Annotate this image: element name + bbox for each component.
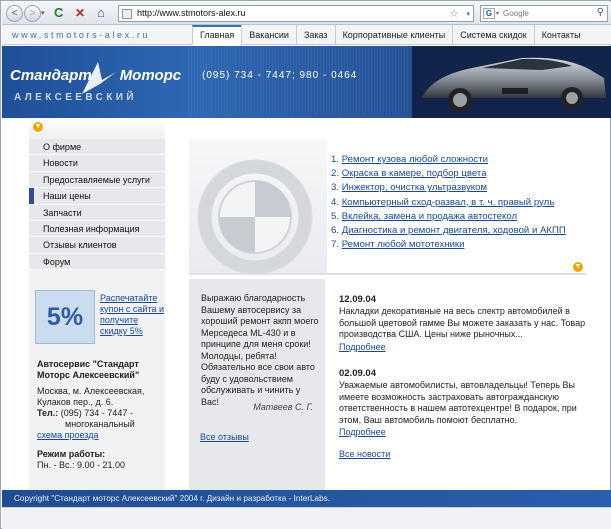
side-item-prices[interactable]: Наши цены: [29, 188, 165, 205]
news-text: Уважаемые автомобилисты, автовладельцы! …: [339, 380, 577, 425]
review-author: Матвеев С. Г.: [253, 402, 313, 412]
side-item-parts[interactable]: Запчасти: [29, 204, 165, 221]
side-menu: О фирме Новости Предоставляемые услуги Н…: [29, 139, 165, 271]
site-topbar: www.stmotors-alex.ru Главная Вакансии За…: [2, 25, 611, 45]
back-button[interactable]: <: [6, 5, 23, 22]
side-item-forum[interactable]: Форум: [29, 253, 165, 271]
header-banner: Стандарт Моторс АЛЕКСЕЕВСКИЙ (095) 734 - …: [2, 46, 611, 118]
side-item-about[interactable]: О фирме: [29, 139, 165, 156]
search-input[interactable]: [503, 7, 593, 20]
service-item[interactable]: 4. Компьютерный сход-развал, в т. ч. пра…: [331, 196, 591, 210]
address-url[interactable]: http://www.stmotors-alex.ru: [137, 8, 246, 18]
side-item-reviews[interactable]: Отзывы клиентов: [29, 237, 165, 254]
nav-vacancies[interactable]: Вакансии: [241, 25, 296, 45]
discount-badge[interactable]: 5%: [35, 290, 95, 344]
header-phone: (095) 734 - 7447; 980 - 0464: [202, 70, 358, 81]
banner-pattern: [188, 46, 408, 118]
forward-button[interactable]: >: [24, 5, 41, 22]
contact-address-line2: Кулаков пер., д. 6.: [37, 397, 114, 407]
search-box[interactable]: G ▾ ⚲: [480, 5, 608, 22]
main-nav: Главная Вакансии Заказ Корпоративные кли…: [192, 25, 588, 45]
contact-tel-note: многоканальный: [65, 419, 135, 429]
stop-icon[interactable]: ✕: [75, 6, 85, 20]
coupon-link[interactable]: Распечатайте купон с сайта и получите ск…: [100, 293, 164, 337]
logo-subtitle: АЛЕКСЕЕВСКИЙ: [14, 92, 137, 103]
footer: Copyright "Стандарт моторс Алексеевский"…: [2, 490, 611, 507]
services-list: 1. Ремонт кузова любой сложности 2. Окра…: [331, 153, 591, 252]
news-date: 02.09.04: [339, 368, 376, 380]
news-date: 12.09.04: [339, 294, 376, 305]
content-divider: [189, 273, 586, 275]
browser-statusbar: [2, 507, 611, 529]
sidebar-top-strip: [29, 118, 165, 136]
news-text: Накладки декоративные на весь спектр авт…: [339, 306, 586, 340]
reload-icon[interactable]: C: [54, 5, 63, 20]
service-item[interactable]: 7. Ремонт любой мототехники: [331, 238, 591, 252]
nav-corporate-clients[interactable]: Корпоративные клиенты: [334, 25, 453, 45]
bookmark-star-icon[interactable]: ☆: [449, 7, 459, 20]
logo-word-motors: Моторс: [119, 67, 182, 84]
review-panel: Выражаю благодарность Вашему автосервису…: [189, 279, 325, 490]
footer-copyright: Copyright "Стандарт моторс Алексеевский"…: [14, 494, 331, 503]
address-bar[interactable]: http://www.stmotors-alex.ru ☆ ▾: [118, 5, 474, 22]
hours-label: Режим работы:: [37, 449, 106, 459]
service-item[interactable]: 2. Окраска в камере, подбор цвета: [331, 167, 591, 181]
car-image: [412, 46, 611, 118]
nav-home[interactable]: Главная: [192, 25, 242, 45]
contact-address-line1: Москва, м. Алексеевская,: [37, 386, 145, 396]
nav-order[interactable]: Заказ: [295, 25, 335, 45]
side-item-news[interactable]: Новости: [29, 155, 165, 172]
search-icon[interactable]: ⚲: [597, 7, 604, 18]
service-item[interactable]: 5. Вклейка, замена и продажа автостекол: [331, 210, 591, 224]
nav-contacts[interactable]: Контакты: [533, 25, 588, 45]
browser-window: < > ▾ C ✕ ⌂ http://www.stmotors-alex.ru …: [0, 0, 611, 529]
contact-tel-label: Тел.:: [37, 408, 59, 418]
google-engine-icon[interactable]: G: [483, 8, 495, 19]
bmw-logo-panel: [189, 139, 327, 275]
browser-toolbar: < > ▾ C ✕ ⌂ http://www.stmotors-alex.ru …: [2, 2, 611, 25]
arrow-down-icon[interactable]: ▼: [33, 122, 43, 132]
review-text: Выражаю благодарность Вашему автосервису…: [201, 293, 319, 407]
service-item[interactable]: 6. Диагностика и ремонт двигателя, ходов…: [331, 224, 591, 238]
side-item-useful-info[interactable]: Полезная информация: [29, 220, 165, 238]
contact-title: Автосервис "Стандарт Моторс Алексеевский…: [37, 359, 140, 380]
nav-discount-system[interactable]: Система скидок: [452, 25, 533, 45]
favicon-icon: [122, 9, 132, 19]
engine-dropdown-icon[interactable]: ▾: [496, 10, 499, 17]
history-dropdown-icon[interactable]: ▾: [41, 9, 45, 17]
hours-value: Пн. - Вс.: 9.00 - 21.00: [37, 460, 125, 470]
arrow-down-icon[interactable]: ▼: [573, 262, 583, 272]
side-item-services[interactable]: Предоставляемые услуги: [29, 171, 165, 189]
news-list: 12.09.04 Накладки декоративные на весь с…: [339, 294, 589, 459]
address-dropdown-icon[interactable]: ▾: [466, 10, 470, 18]
news-more-link[interactable]: Подробнее: [339, 427, 589, 438]
all-news-link[interactable]: Все новости: [339, 449, 390, 460]
contact-tel-value: (095) 734 - 7447 -: [58, 408, 133, 418]
all-reviews-link[interactable]: Все отзывы: [200, 432, 249, 442]
news-more-link[interactable]: Подробнее: [339, 342, 589, 353]
service-item[interactable]: 3. Инжектор, очистка ультразвуком: [331, 181, 591, 195]
site-domain: www.stmotors-alex.ru: [12, 30, 151, 40]
bmw-logo-icon: [197, 159, 313, 275]
map-link[interactable]: схема проезда: [37, 430, 165, 441]
home-icon[interactable]: ⌂: [97, 5, 105, 20]
contact-block: Автосервис "Стандарт Моторс Алексеевский…: [37, 359, 165, 471]
service-item[interactable]: 1. Ремонт кузова любой сложности: [331, 153, 591, 167]
main-content: 1. Ремонт кузова любой сложности 2. Окра…: [189, 139, 586, 490]
